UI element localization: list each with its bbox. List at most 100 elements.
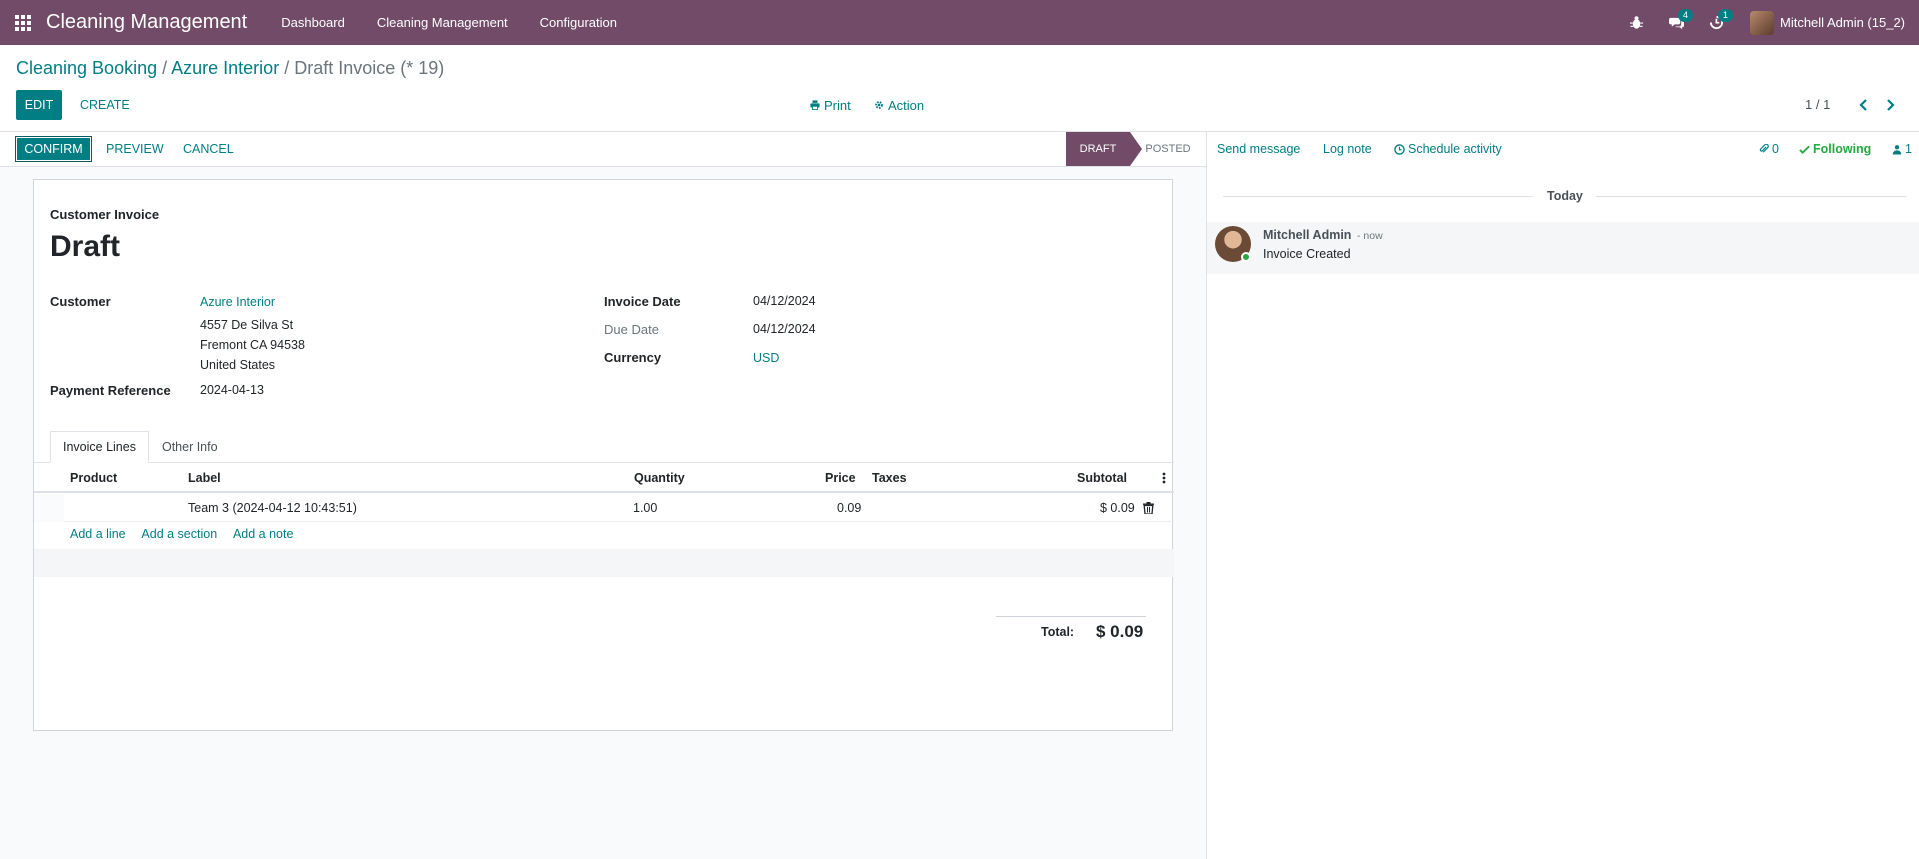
activity-count-badge: 1 <box>1718 9 1734 22</box>
breadcrumb-azure-interior[interactable]: Azure Interior <box>171 58 279 78</box>
print-label: Print <box>824 97 851 113</box>
menu-dashboard[interactable]: Dashboard <box>265 15 361 30</box>
clock-icon <box>1394 143 1405 155</box>
message-author[interactable]: Mitchell Admin <box>1263 228 1351 242</box>
create-button[interactable]: CREATE <box>70 90 140 120</box>
col-product[interactable]: Product <box>70 471 117 485</box>
chatter-message: Mitchell Admin - now Invoice Created <box>1207 222 1919 274</box>
notebook-tabs: Invoice Lines Other Info <box>50 431 231 463</box>
log-note-button[interactable]: Log note <box>1323 142 1372 156</box>
preview-button[interactable]: PREVIEW <box>100 136 170 162</box>
customer-label: Customer <box>50 294 111 309</box>
schedule-activity-label: Schedule activity <box>1408 142 1502 156</box>
empty-row <box>34 577 1174 605</box>
menu-cleaning-management[interactable]: Cleaning Management <box>361 15 524 30</box>
online-status-icon <box>1241 252 1251 262</box>
currency-label: Currency <box>604 350 662 365</box>
print-icon <box>810 100 820 110</box>
followers-count: 1 <box>1905 142 1912 156</box>
address-line: Fremont CA 94538 <box>200 338 305 352</box>
col-label[interactable]: Label <box>188 471 221 485</box>
chat-count-badge: 4 <box>1678 9 1694 22</box>
action-label: Action <box>888 97 925 113</box>
cancel-button[interactable]: CANCEL <box>177 136 240 162</box>
add-line-link[interactable]: Add a line <box>70 527 126 541</box>
row-quantity[interactable]: 1.00 <box>633 501 657 515</box>
gear-icon <box>875 101 883 109</box>
tab-other-info[interactable]: Other Info <box>149 431 231 463</box>
col-taxes[interactable]: Taxes <box>872 471 907 485</box>
address-line: 4557 De Silva St <box>200 318 294 332</box>
invoice-sheet: Customer Invoice Draft Customer Azure In… <box>33 179 1174 731</box>
bug-icon[interactable] <box>1616 0 1656 45</box>
stage-draft[interactable]: DRAFT <box>1066 132 1142 166</box>
table-row[interactable]: Team 3 (2024-04-12 10:43:51) 1.00 0.09 $… <box>34 494 1174 522</box>
currency-field[interactable]: USD <box>753 351 779 365</box>
customer-field[interactable]: Azure Interior <box>200 295 275 309</box>
trash-icon[interactable] <box>1143 502 1154 517</box>
attachments-button[interactable]: 0 <box>1759 142 1779 156</box>
print-button[interactable]: Print <box>810 90 851 120</box>
form-area: CONFIRM PREVIEW CANCEL DRAFT POSTED Cust… <box>0 131 1206 859</box>
chevron-right-icon[interactable] <box>1880 94 1900 116</box>
page-title: Draft <box>50 230 121 263</box>
invoice-date-field[interactable]: 04/12/2024 <box>753 294 816 308</box>
user-icon <box>1892 144 1902 154</box>
paperclip-icon <box>1759 144 1769 153</box>
total-value: $ 0.09 <box>1096 622 1144 641</box>
row-label[interactable]: Team 3 (2024-04-12 10:43:51) <box>188 501 357 515</box>
chevron-left-icon[interactable] <box>1854 94 1874 116</box>
breadcrumb-current: Draft Invoice (* 19) <box>294 58 445 78</box>
app-title[interactable]: Cleaning Management <box>46 11 247 34</box>
check-icon <box>1799 145 1810 154</box>
message-time: - now <box>1357 230 1383 242</box>
lines-table-header: Product Label Quantity Price Taxes Subto… <box>34 463 1174 493</box>
chat-icon[interactable]: 4 <box>1656 0 1696 45</box>
col-quantity[interactable]: Quantity <box>634 471 685 485</box>
optional-columns-icon[interactable] <box>1162 472 1166 487</box>
col-price[interactable]: Price <box>825 471 856 485</box>
add-section-link[interactable]: Add a section <box>141 527 217 541</box>
user-name: Mitchell Admin (15_2) <box>1780 15 1905 30</box>
following-label: Following <box>1813 142 1872 156</box>
edit-button[interactable]: EDIT <box>16 90 62 120</box>
total-label: Total: <box>1041 625 1075 639</box>
col-subtotal[interactable]: Subtotal <box>1077 471 1127 485</box>
user-menu[interactable]: Mitchell Admin (15_2) <box>1750 10 1905 35</box>
menu-configuration[interactable]: Configuration <box>524 15 633 30</box>
date-separator: Today <box>1207 189 1919 203</box>
add-note-link[interactable]: Add a note <box>233 527 293 541</box>
due-date-field[interactable]: 04/12/2024 <box>753 322 816 336</box>
confirm-button[interactable]: CONFIRM <box>15 136 92 162</box>
payment-reference-label: Payment Reference <box>50 383 171 398</box>
status-bar: CONFIRM PREVIEW CANCEL DRAFT POSTED <box>0 132 1206 167</box>
payment-reference-field[interactable]: 2024-04-13 <box>200 383 264 397</box>
stage-posted[interactable]: POSTED <box>1138 132 1198 166</box>
date-separator-label: Today <box>1547 189 1583 203</box>
following-button[interactable]: Following <box>1799 142 1871 156</box>
chatter-panel: Send message Log note Schedule activity … <box>1206 131 1919 859</box>
tab-invoice-lines[interactable]: Invoice Lines <box>50 431 149 463</box>
row-subtotal: $ 0.09 <box>1100 501 1135 515</box>
due-date-label: Due Date <box>604 322 659 337</box>
empty-row <box>34 549 1174 577</box>
apps-grid-icon[interactable] <box>0 0 46 45</box>
send-message-button[interactable]: Send message <box>1217 142 1300 156</box>
schedule-activity-button[interactable]: Schedule activity <box>1394 142 1502 156</box>
top-navbar: Cleaning Management Dashboard Cleaning M… <box>0 0 1919 45</box>
invoice-date-label: Invoice Date <box>604 294 681 309</box>
breadcrumb: Cleaning Booking / Azure Interior / Draf… <box>16 58 445 78</box>
avatar <box>1750 10 1774 35</box>
pager-value[interactable]: 1 / 1 <box>1805 97 1830 112</box>
add-line-links: Add a line Add a section Add a note <box>70 527 306 541</box>
breadcrumb-cleaning-booking[interactable]: Cleaning Booking <box>16 58 157 78</box>
clock-icon[interactable]: 1 <box>1696 0 1736 45</box>
row-price[interactable]: 0.09 <box>837 501 861 515</box>
document-type: Customer Invoice <box>50 207 160 222</box>
chatter-topbar: Send message Log note Schedule activity … <box>1207 132 1919 167</box>
action-button[interactable]: Action <box>874 90 924 120</box>
followers-button[interactable]: 1 <box>1892 142 1912 156</box>
address-line: United States <box>200 358 276 372</box>
message-body: Invoice Created <box>1263 247 1351 261</box>
attachments-count: 0 <box>1772 142 1779 156</box>
